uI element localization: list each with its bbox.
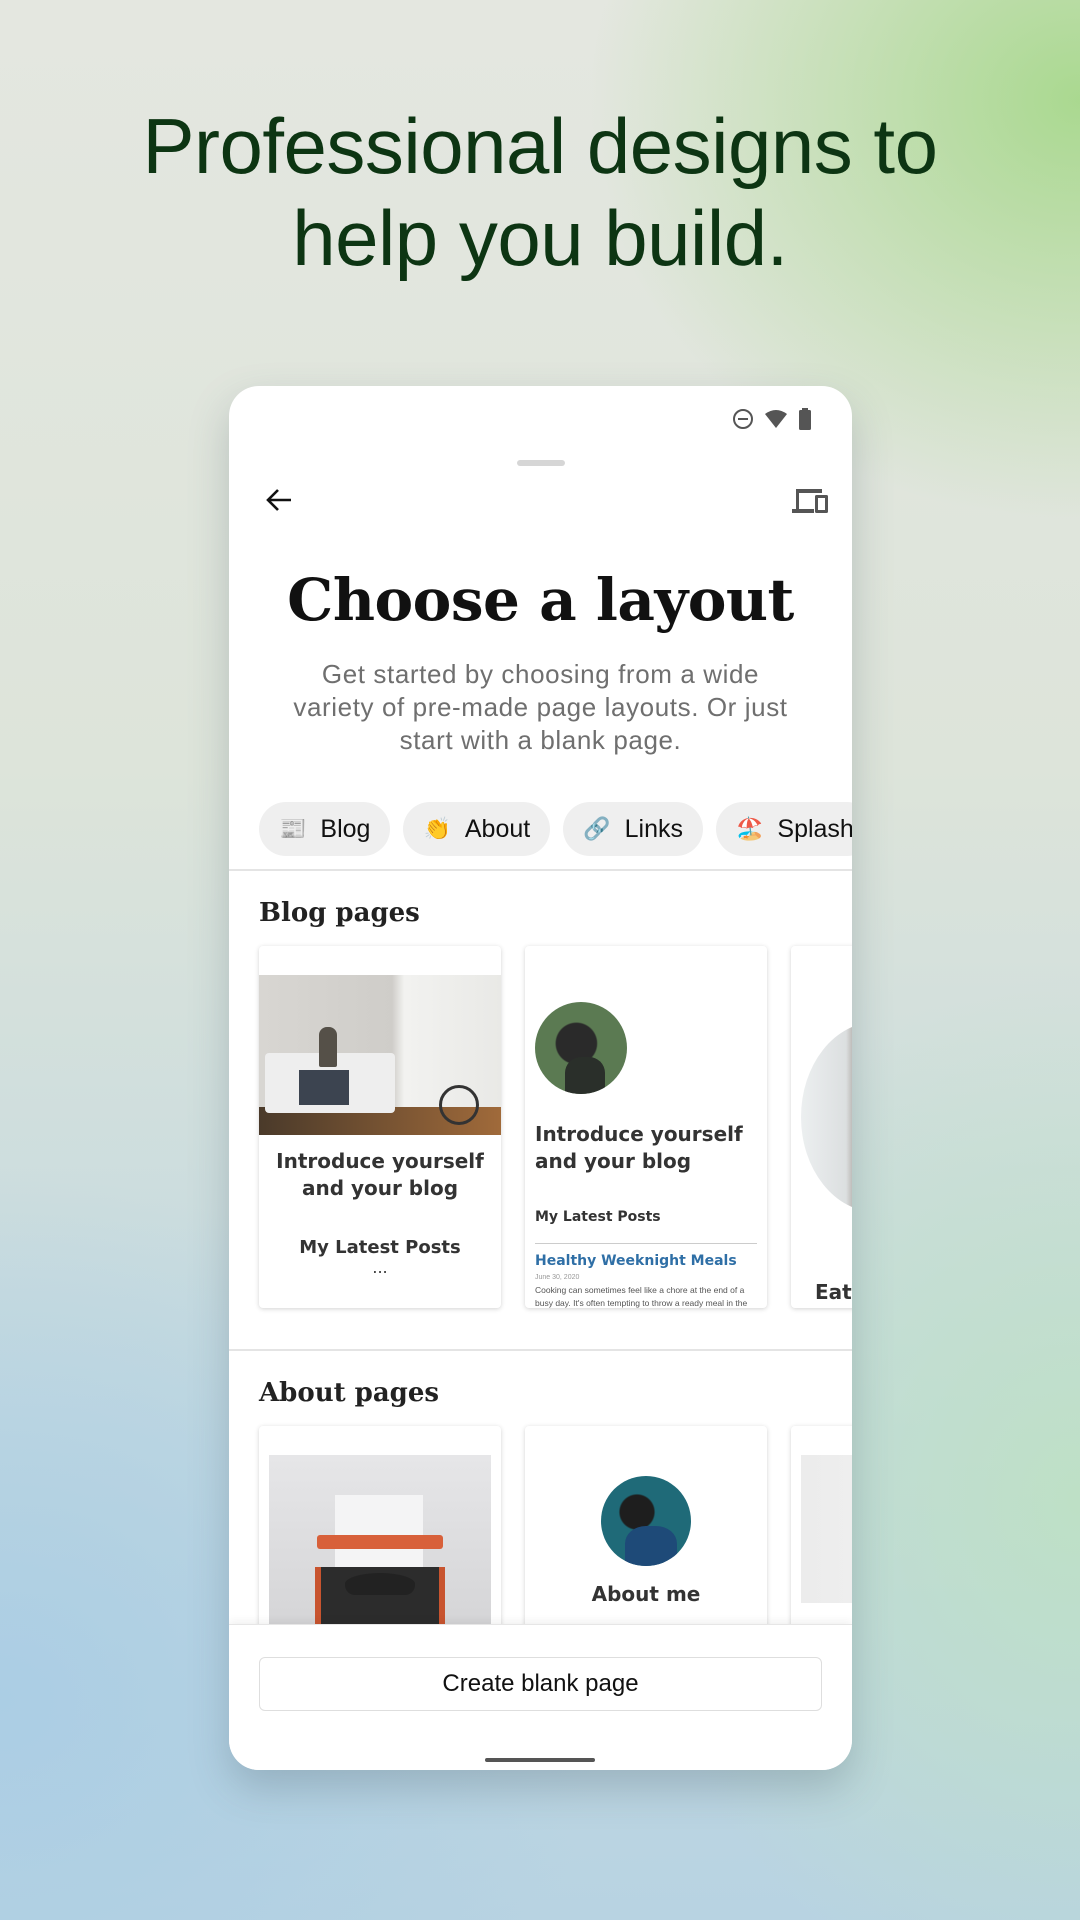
clapping-hands-icon: 👏	[423, 816, 451, 841]
profile-avatar	[535, 1002, 627, 1094]
layout-card-blog-2[interactable]: Introduce yourself and your blog My Late…	[525, 946, 767, 1308]
headline-line-2: help you build.	[292, 194, 788, 282]
chip-about[interactable]: 👏 About	[403, 802, 551, 856]
chip-label: Links	[624, 814, 683, 843]
create-blank-page-button[interactable]: Create blank page	[259, 1657, 822, 1711]
card-heading: Introduce yourself and your blog	[276, 1149, 484, 1200]
bedroom-photo	[259, 975, 501, 1135]
chip-label: Blog	[320, 814, 371, 843]
newspaper-icon: 📰	[279, 816, 307, 841]
chip-label: Splash	[777, 814, 852, 843]
chip-splash[interactable]: 🏖️ Splash	[715, 802, 852, 856]
sheet-drag-handle[interactable]	[517, 460, 565, 466]
post-title-link: Healthy Weeknight Meals	[535, 1253, 737, 1269]
headline-line-1: Professional designs to	[142, 102, 938, 190]
chip-label: About	[464, 814, 531, 843]
chip-links[interactable]: 🔗 Links	[563, 802, 703, 856]
card-subheading: My Latest Posts	[535, 1209, 661, 1225]
beach-umbrella-icon: 🏖️	[735, 816, 764, 841]
portrait-circle	[801, 1022, 852, 1212]
profile-avatar	[601, 1476, 691, 1566]
bottom-action-bar: Create blank page	[229, 1624, 852, 1770]
card-heading: About me	[591, 1582, 701, 1606]
phone-screen: Choose a layout Get started by choosing …	[229, 386, 852, 1770]
layout-card-blog-3[interactable]: Eat	[791, 946, 852, 1308]
do-not-disturb-icon	[733, 409, 753, 429]
layout-card-blog-1[interactable]: Introduce yourself and your blog My Late…	[259, 946, 501, 1308]
post-date: June 30, 2020	[535, 1274, 580, 1281]
status-bar	[732, 408, 812, 430]
section-title-blog: Blog pages	[259, 898, 420, 928]
card-heading: Introduce yourself and your blog	[535, 1122, 743, 1173]
home-indicator[interactable]	[485, 1758, 595, 1762]
back-button[interactable]	[259, 480, 299, 520]
post-excerpt: Cooking can sometimes feel like a chore …	[535, 1285, 748, 1308]
battery-icon	[799, 408, 811, 430]
devices-icon	[792, 489, 828, 513]
section-title-about: About pages	[259, 1378, 440, 1408]
card-ellipsis: ...	[372, 1258, 388, 1277]
divider	[229, 869, 852, 871]
page-title: Choose a layout	[287, 566, 794, 634]
card-rule	[535, 1243, 757, 1244]
bw-photo	[801, 1455, 852, 1603]
chip-blog[interactable]: 📰 Blog	[259, 802, 391, 856]
link-icon: 🔗	[583, 816, 611, 841]
device-preview-button[interactable]	[788, 480, 832, 520]
page-subtitle: Get started by choosing from a wide vari…	[293, 659, 788, 755]
card-subheading: My Latest Posts	[299, 1237, 461, 1258]
divider	[229, 1349, 852, 1351]
promo-headline: Professional designs to help you build.	[0, 100, 1080, 284]
wifi-icon	[765, 410, 787, 428]
card-heading: Eat	[815, 1280, 852, 1304]
category-chips: 📰 Blog 👏 About 🔗 Links 🏖️ Splash	[259, 802, 852, 856]
arrow-left-icon	[266, 489, 291, 511]
